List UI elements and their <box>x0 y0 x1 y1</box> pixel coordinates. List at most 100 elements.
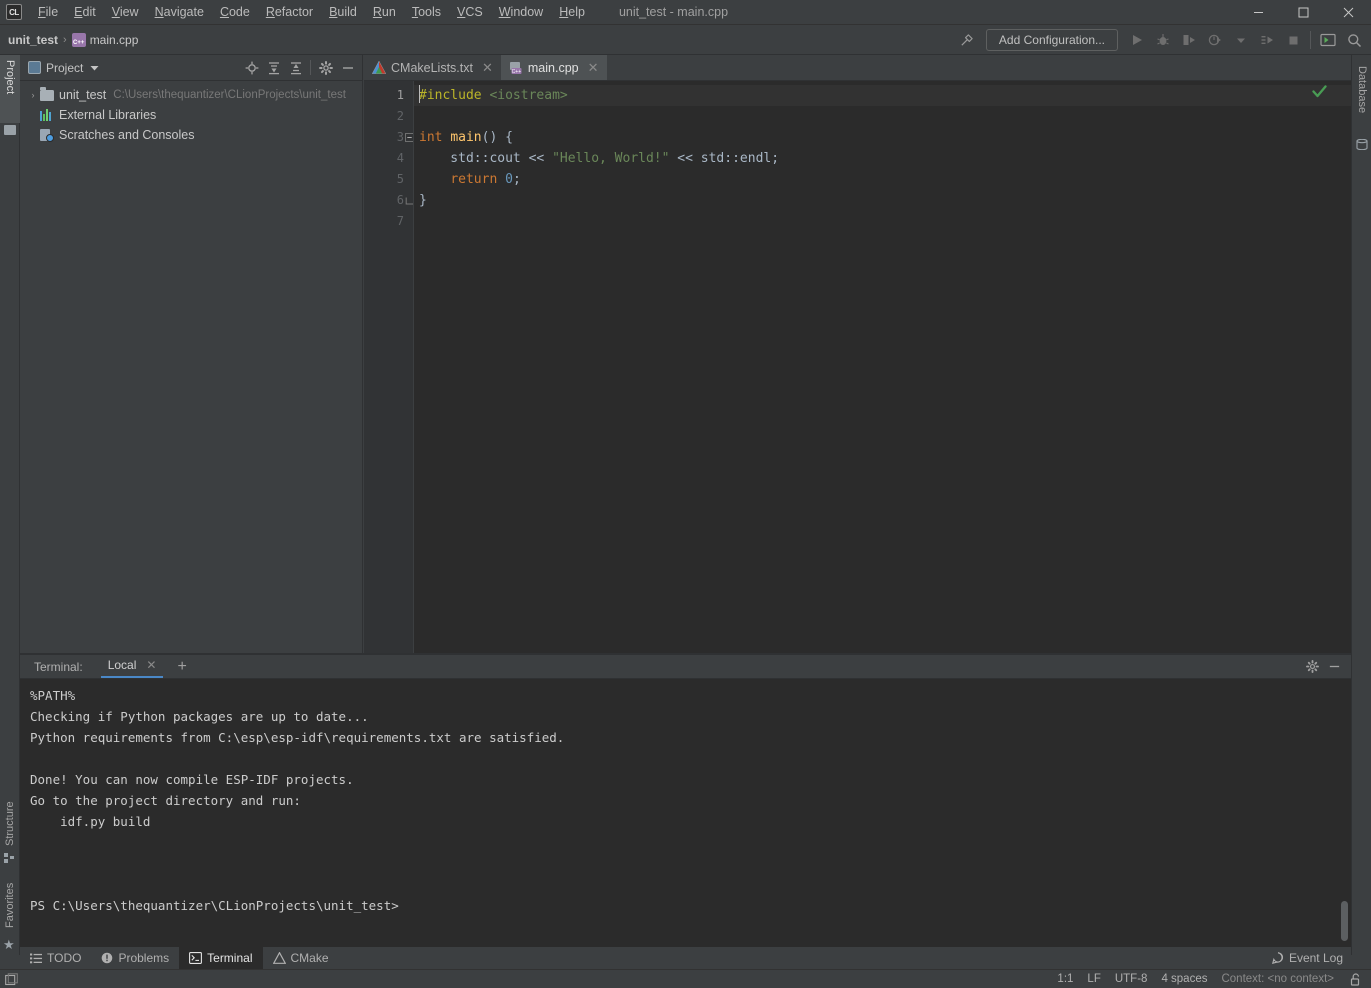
menu-item-vcs[interactable]: VCS <box>449 2 491 22</box>
minimize-button[interactable] <box>1236 0 1281 25</box>
menu-item-file[interactable]: File <box>30 2 66 22</box>
file-encoding[interactable]: UTF-8 <box>1115 973 1148 985</box>
hide-panel-icon[interactable] <box>337 57 358 78</box>
editor-code-area[interactable]: #include <iostream> int main() { std::co… <box>413 81 1351 653</box>
menu-item-window[interactable]: Window <box>491 2 551 22</box>
menu-mnemonic: E <box>74 5 83 19</box>
chevron-right-icon[interactable]: › <box>26 90 40 100</box>
layout-icon[interactable] <box>4 972 19 987</box>
run-icon[interactable] <box>1125 28 1149 52</box>
terminal-icon[interactable] <box>1316 28 1340 52</box>
menu-mnemonic: H <box>559 5 569 19</box>
tree-node[interactable]: External Libraries <box>20 105 362 125</box>
inspection-status-icon[interactable] <box>1312 85 1327 98</box>
line-number[interactable]: 2 <box>364 106 413 127</box>
code-line[interactable]: #include <iostream> <box>414 85 1351 106</box>
line-separator[interactable]: LF <box>1087 973 1100 985</box>
chevron-down-icon[interactable] <box>1229 28 1253 52</box>
tree-node[interactable]: Scratches and Consoles <box>20 125 362 145</box>
tree-node[interactable]: › unit_test C:\Users\thequantizer\CLionPro… <box>20 85 362 105</box>
chevron-down-icon[interactable] <box>88 63 99 72</box>
sidebar-item-structure[interactable]: Structure <box>0 783 20 851</box>
bottom-tab-todo[interactable]: TODO <box>20 947 91 969</box>
search-everywhere-icon[interactable] <box>1342 28 1366 52</box>
sidebar-item-structure-label: Structure <box>4 801 16 846</box>
event-log-button[interactable]: Event Log <box>1271 951 1343 965</box>
bottom-tab-cmake[interactable]: CMake <box>263 947 339 969</box>
menu-item-label: dit <box>82 5 96 19</box>
code-line[interactable]: } <box>414 190 1351 211</box>
editor-tab-main-cpp[interactable]: C++ main.cpp ✕ <box>500 55 607 80</box>
locate-in-tree-icon[interactable] <box>241 57 262 78</box>
menu-item-tools[interactable]: Tools <box>404 2 449 22</box>
cpp-file-icon: C++ <box>71 32 86 47</box>
code-line[interactable]: return 0; <box>414 169 1351 190</box>
close-icon[interactable]: ✕ <box>482 60 493 76</box>
menu-item-label: iew <box>119 5 139 19</box>
code-line[interactable] <box>414 106 1351 127</box>
sidebar-item-database[interactable]: Database <box>1352 61 1371 135</box>
caret-position[interactable]: 1:1 <box>1057 973 1073 985</box>
line-number[interactable]: 1 <box>364 85 413 106</box>
new-terminal-tab-button[interactable]: + <box>177 658 186 675</box>
tree-node-label: unit_test <box>59 88 107 102</box>
menu-item-run[interactable]: Run <box>365 2 404 22</box>
toolbar-divider <box>1310 31 1311 49</box>
debug-icon[interactable] <box>1151 28 1175 52</box>
terminal-scrollbar[interactable] <box>1341 901 1348 941</box>
sidebar-item-project[interactable]: Project <box>0 55 20 123</box>
bottom-tab-label: TODO <box>47 951 82 965</box>
code-editor[interactable]: 1234567 #include <iostream> int main() {… <box>364 81 1351 653</box>
terminal-line: Go to the project directory and run: <box>30 793 301 808</box>
app-logo-text: CL <box>9 7 19 17</box>
stop-icon[interactable] <box>1281 28 1305 52</box>
run-with-coverage-icon[interactable] <box>1177 28 1201 52</box>
add-configuration-button[interactable]: Add Configuration... <box>985 29 1118 51</box>
close-icon[interactable]: ✕ <box>146 658 156 672</box>
menu-item-refactor[interactable]: Refactor <box>258 2 321 22</box>
attach-debugger-icon[interactable] <box>1255 28 1279 52</box>
code-line[interactable] <box>414 211 1351 232</box>
menu-item-navigate[interactable]: Navigate <box>147 2 212 22</box>
line-number[interactable]: 7 <box>364 211 413 232</box>
expand-all-icon[interactable] <box>263 57 284 78</box>
code-token: ; <box>512 172 521 187</box>
project-panel-title[interactable]: Project <box>24 59 103 77</box>
menu-item-build[interactable]: Build <box>321 2 365 22</box>
cmake-icon <box>272 952 286 964</box>
collapse-all-icon[interactable] <box>285 57 306 78</box>
maximize-button[interactable] <box>1281 0 1326 25</box>
indent-setting[interactable]: 4 spaces <box>1161 973 1207 985</box>
line-number[interactable]: 5 <box>364 169 413 190</box>
gear-icon[interactable] <box>1301 656 1323 678</box>
bottom-tab-problems[interactable]: Problems <box>91 947 179 969</box>
minimize-icon[interactable] <box>1323 656 1345 678</box>
settings-gear-icon[interactable] <box>315 57 336 78</box>
clion-window: CL File Edit View Navigate Code Refactor Build… <box>0 0 1371 988</box>
terminal-tab-local[interactable]: Local ✕ <box>100 655 164 678</box>
line-number[interactable]: 4 <box>364 148 413 169</box>
menu-item-help[interactable]: Help <box>551 2 593 22</box>
breadcrumb-project[interactable]: unit_test <box>8 33 58 47</box>
terminal-output[interactable]: %PATH% Checking if Python packages are up… <box>20 679 1351 947</box>
close-button[interactable] <box>1326 0 1371 25</box>
menu-item-edit[interactable]: Edit <box>66 2 104 22</box>
editor-gutter[interactable]: 1234567 <box>364 81 414 653</box>
profile-icon[interactable] <box>1203 28 1227 52</box>
bottom-tab-terminal[interactable]: Terminal <box>179 947 263 969</box>
close-icon[interactable]: ✕ <box>588 60 599 76</box>
menu-item-code[interactable]: Code <box>212 2 258 22</box>
hammer-build-icon[interactable] <box>955 28 979 52</box>
code-token: 0 <box>505 172 513 187</box>
code-line[interactable]: std::cout << "Hello, World!" << std::end… <box>414 148 1351 169</box>
editor-tab-cmakelists-txt[interactable]: CMakeLists.txt ✕ <box>364 55 501 80</box>
event-log-area[interactable]: Event Log <box>1271 951 1351 965</box>
code-line[interactable]: int main() { <box>414 127 1351 148</box>
breadcrumb-file[interactable]: main.cpp <box>90 33 139 47</box>
sidebar-item-favorites[interactable]: Favorites <box>0 867 20 933</box>
menu-item-view[interactable]: View <box>104 2 147 22</box>
unlocked-icon[interactable] <box>1348 972 1363 987</box>
svg-text:C++: C++ <box>512 69 522 75</box>
